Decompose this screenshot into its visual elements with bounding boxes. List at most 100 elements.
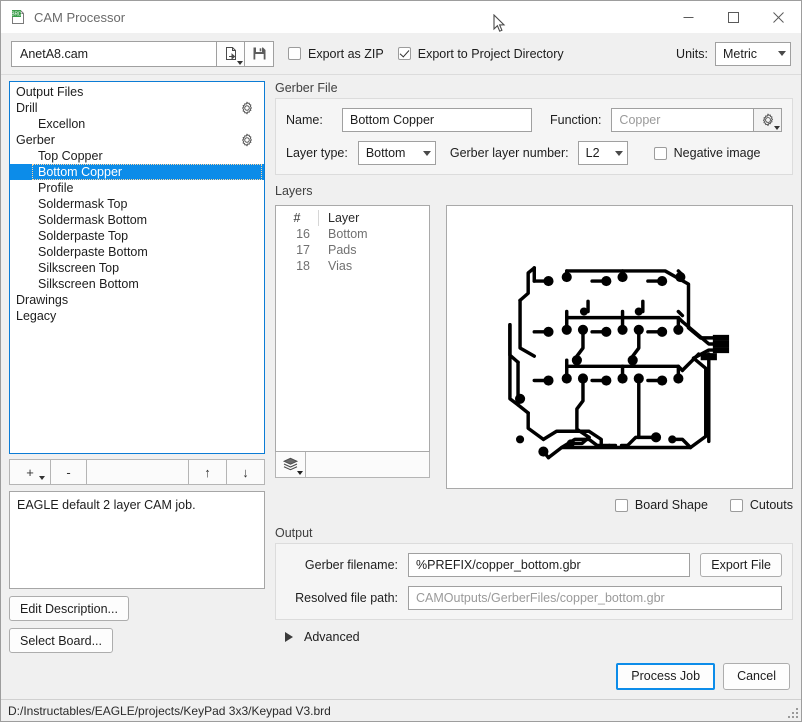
layers-toolbar-spacer xyxy=(306,452,429,477)
board-preview[interactable] xyxy=(446,205,793,490)
units-select[interactable]: Metric xyxy=(715,41,791,66)
save-button[interactable] xyxy=(245,40,274,67)
layers-table-header: # Layer xyxy=(276,210,429,226)
checkbox-box xyxy=(288,47,301,60)
gerber-filename-row: Gerber filename: %PREFIX/copper_bottom.g… xyxy=(286,552,782,578)
layers-area: # Layer 16 Bottom 17 Pads 18 Vias Board … xyxy=(275,205,793,517)
toolbar-spacer xyxy=(87,459,189,485)
gear-icon[interactable] xyxy=(240,133,254,147)
tree-item-legacy[interactable]: Legacy xyxy=(10,308,264,324)
arrow-down-icon: ↓ xyxy=(242,464,249,480)
gerber-filename-input[interactable]: %PREFIX/copper_bottom.gbr xyxy=(408,553,691,578)
layer-table-wrap: # Layer 16 Bottom 17 Pads 18 Vias xyxy=(275,205,430,517)
gerber-file-group: Name: Bottom Copper Function: Copper Lay… xyxy=(275,98,793,175)
tree-item-soldermask-bottom[interactable]: Soldermask Bottom xyxy=(10,212,264,228)
chevron-down-icon xyxy=(422,150,431,156)
tree-item-excellon[interactable]: Excellon xyxy=(10,116,264,132)
add-output-button[interactable]: + xyxy=(9,459,51,485)
layer-number: 18 xyxy=(296,259,310,273)
layer-type-row: Layer type: Bottom Gerber layer number: … xyxy=(286,140,782,166)
tree-item-label: Top Copper xyxy=(38,149,103,163)
tree-item-label: Solderpaste Top xyxy=(38,229,129,243)
tree-item-label: Excellon xyxy=(38,117,86,131)
title-bar: BRD CAM Processor xyxy=(1,1,801,33)
layer-type-value: Bottom xyxy=(365,146,406,160)
remove-output-button[interactable]: - xyxy=(51,459,87,485)
move-up-button[interactable]: ↑ xyxy=(189,459,227,485)
layer-row[interactable]: 17 Pads xyxy=(276,242,429,258)
tree-item-bottom-copper[interactable]: Bottom Copper xyxy=(10,164,264,180)
gerber-layer-number-label: Gerber layer number: xyxy=(449,146,569,160)
window-title: CAM Processor xyxy=(34,9,126,25)
layer-row[interactable]: 18 Vias xyxy=(276,258,429,274)
layers-stack-button[interactable] xyxy=(276,452,306,477)
gerber-name-input[interactable]: Bottom Copper xyxy=(342,108,532,132)
move-down-button[interactable]: ↓ xyxy=(227,459,265,485)
cutouts-checkbox[interactable]: Cutouts xyxy=(729,498,793,512)
dialog-footer: Process Job Cancel xyxy=(1,653,801,699)
select-board-button[interactable]: Select Board... xyxy=(9,628,113,653)
arrow-up-icon: ↑ xyxy=(204,464,211,480)
tree-item-output-files[interactable]: Output Files xyxy=(10,84,264,100)
board-shape-checkbox[interactable]: Board Shape xyxy=(614,498,708,512)
chevron-down-icon xyxy=(237,60,243,65)
export-to-project-directory-label: Export to Project Directory xyxy=(417,46,564,61)
layers-table[interactable]: # Layer 16 Bottom 17 Pads 18 Vias xyxy=(275,205,430,452)
cam-processor-window: BRD CAM Processor AnetA8.cam Export as Z… xyxy=(0,0,802,722)
output-files-tree[interactable]: Output Files Drill Excellon Gerber Top Coppe… xyxy=(9,81,265,454)
checkbox-box xyxy=(397,47,411,60)
tree-item-top-copper[interactable]: Top Copper xyxy=(10,148,264,164)
tree-item-solderpaste-bottom[interactable]: Solderpaste Bottom xyxy=(10,244,264,260)
chevron-down-icon xyxy=(774,126,780,130)
brd-document-icon: BRD xyxy=(10,9,26,25)
layer-name: Bottom xyxy=(328,227,368,241)
tree-toolbar: + - ↑ ↓ xyxy=(9,459,265,485)
edit-description-button[interactable]: Edit Description... xyxy=(9,596,129,621)
gear-icon[interactable] xyxy=(240,101,254,115)
export-file-button[interactable]: Export File xyxy=(700,553,782,578)
resize-grip[interactable] xyxy=(788,708,798,718)
chevron-right-icon xyxy=(285,632,293,643)
mouse-cursor xyxy=(493,13,506,34)
layers-section-title: Layers xyxy=(275,184,313,198)
export-as-zip-checkbox[interactable]: Export as ZIP xyxy=(288,47,384,61)
tree-item-label: Silkscreen Top xyxy=(38,261,120,275)
left-panel: Output Files Drill Excellon Gerber Top Coppe… xyxy=(9,81,265,653)
tree-item-profile[interactable]: Profile xyxy=(10,180,264,196)
layer-name: Vias xyxy=(328,259,353,273)
chevron-down-icon xyxy=(297,471,303,475)
tree-item-label: Solderpaste Bottom xyxy=(38,245,148,259)
open-file-button[interactable] xyxy=(216,40,245,67)
tree-item-silkscreen-bottom[interactable]: Silkscreen Bottom xyxy=(10,276,264,292)
cam-file-input[interactable]: AnetA8.cam xyxy=(11,40,216,67)
tree-item-solderpaste-top[interactable]: Solderpaste Top xyxy=(10,228,264,244)
tree-item-drawings[interactable]: Drawings xyxy=(10,292,264,308)
tree-item-soldermask-top[interactable]: Soldermask Top xyxy=(10,196,264,212)
function-gear-button[interactable] xyxy=(754,108,782,132)
function-input[interactable]: Copper xyxy=(611,108,754,132)
advanced-toggle[interactable]: Advanced xyxy=(275,630,793,644)
negative-image-checkbox[interactable]: Negative image xyxy=(653,146,761,160)
close-icon[interactable] xyxy=(756,1,801,33)
status-bar: D:/Instructables/EAGLE/projects/KeyPad 3… xyxy=(1,699,801,721)
tree-item-gerber[interactable]: Gerber xyxy=(10,132,264,148)
chevron-down-icon xyxy=(614,150,623,156)
svg-text:BRD: BRD xyxy=(11,11,22,17)
layer-row[interactable]: 16 Bottom xyxy=(276,226,429,242)
minimize-icon[interactable] xyxy=(666,1,711,33)
tree-item-drill[interactable]: Drill xyxy=(10,100,264,116)
tree-item-label: Output Files xyxy=(16,85,84,99)
layers-toolbar xyxy=(275,452,430,478)
resolved-path-label: Resolved file path: xyxy=(295,591,398,606)
advanced-label: Advanced xyxy=(304,630,360,645)
maximize-icon[interactable] xyxy=(711,1,756,33)
tree-item-silkscreen-top[interactable]: Silkscreen Top xyxy=(10,260,264,276)
cancel-button[interactable]: Cancel xyxy=(723,662,790,690)
export-to-project-directory-checkbox[interactable]: Export to Project Directory xyxy=(397,46,564,61)
gerber-layer-number-select[interactable]: L2 xyxy=(577,141,628,165)
negative-image-label: Negative image xyxy=(673,146,761,160)
output-section: Output Gerber filename: %PREFIX/copper_b… xyxy=(275,526,793,644)
layer-type-select[interactable]: Bottom xyxy=(357,141,436,165)
toolbar: AnetA8.cam Export as ZIP Export to Proje… xyxy=(1,33,801,75)
process-job-button[interactable]: Process Job xyxy=(616,662,716,690)
